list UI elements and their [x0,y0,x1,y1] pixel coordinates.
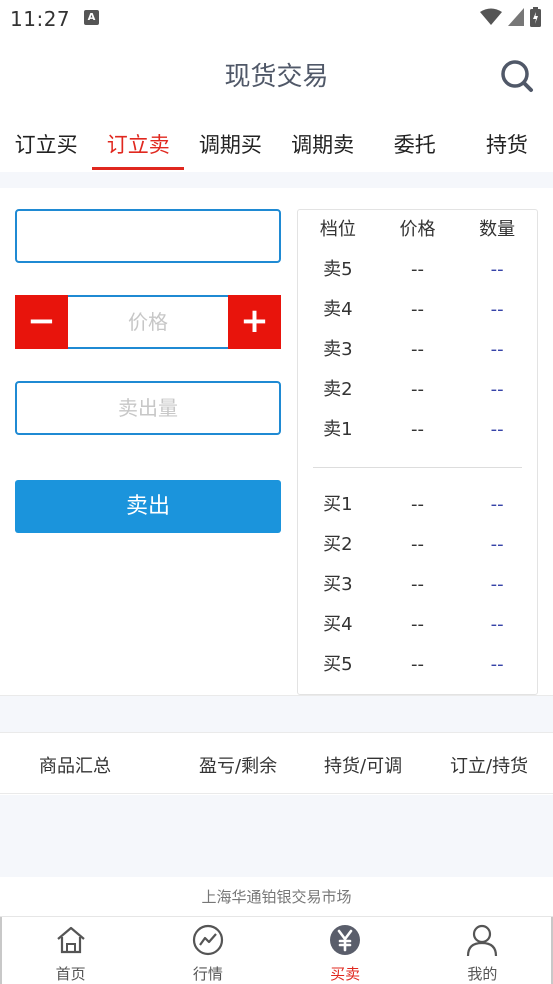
bid-price: -- [411,574,424,595]
ask-row: 卖1 -- -- [298,410,537,450]
price-input[interactable]: 价格 [68,295,228,349]
tab-defer-sell[interactable]: 调期卖 [277,110,369,172]
price-decrease-button[interactable]: − [15,295,68,349]
trade-panel: − 价格 + 卖出量 卖出 档位 价格 数量 卖5 -- -- 卖4 -- --… [0,188,553,695]
tab-defer-buy[interactable]: 调期买 [184,110,276,172]
nav-trade[interactable]: 买卖 [277,917,414,984]
bid-quantity: -- [490,614,504,635]
summary-col-holdings: 持货/可调 [324,756,403,777]
ask-quantity: -- [490,419,504,440]
ask-level: 卖1 [323,419,353,440]
ask-price: -- [411,259,424,280]
search-button[interactable] [499,58,535,94]
tab-holdings[interactable]: 持货 [461,110,553,172]
bottom-navigation: 首页 行情 买卖 我的 [0,917,553,984]
ask-price: -- [411,339,424,360]
holdings-summary-header: 商品汇总 盈亏/剩余 持货/可调 订立/持货 [0,734,553,794]
trade-tabs: 订立买 订立卖 调期买 调期卖 委托 持货 [0,110,553,172]
nav-profile[interactable]: 我的 [414,917,551,984]
wifi-icon [480,8,502,25]
bid-level: 买3 [323,574,353,595]
bid-quantity: -- [490,494,504,515]
ask-quantity: -- [490,339,504,360]
nav-home[interactable]: 首页 [2,917,139,984]
home-icon [56,926,85,954]
ask-row: 卖2 -- -- [298,370,537,410]
search-icon [501,60,533,92]
bid-level: 买2 [323,534,353,555]
ask-level: 卖4 [323,299,353,320]
bid-price: -- [411,534,424,555]
bid-quantity: -- [490,534,504,555]
market-name: 上海华通铂银交易市场 [0,877,553,917]
bid-price: -- [411,494,424,515]
ask-price: -- [411,299,424,320]
header-price: 价格 [399,219,436,240]
ask-row: 卖5 -- -- [298,250,537,290]
ask-quantity: -- [490,299,504,320]
nav-market-label: 行情 [192,965,223,983]
ask-level: 卖3 [323,339,353,360]
ask-quantity: -- [490,259,504,280]
summary-col-pnl: 盈亏/剩余 [199,756,278,777]
order-book: 档位 价格 数量 卖5 -- -- 卖4 -- -- 卖3 -- -- 卖2 -… [297,209,538,695]
nav-trade-label: 买卖 [330,965,361,983]
bid-level: 买1 [323,494,353,515]
bid-row: 买1 -- -- [298,485,537,525]
header-level: 档位 [319,219,356,240]
bid-price: -- [411,614,424,635]
signal-icon [508,8,524,26]
bid-row: 买5 -- -- [298,645,537,685]
tab-orders[interactable]: 委托 [369,110,461,172]
tab-open-sell[interactable]: 订立卖 [92,110,185,172]
header-quantity: 数量 [479,219,516,240]
nav-profile-label: 我的 [467,965,498,983]
ask-price: -- [411,419,424,440]
holdings-list [0,795,553,877]
ask-quantity: -- [490,379,504,400]
price-increase-button[interactable]: + [228,295,281,349]
user-icon [467,924,498,957]
bid-level: 买4 [323,614,353,635]
ask-level: 卖2 [323,379,353,400]
sell-quantity-input[interactable]: 卖出量 [15,381,281,435]
nav-home-label: 首页 [55,965,86,983]
page-title: 现货交易 [224,62,329,92]
section-divider [0,172,553,188]
product-code-input[interactable] [15,209,281,263]
summary-col-open: 订立/持货 [450,756,529,777]
bid-level: 买5 [323,654,353,675]
yen-icon [330,925,361,955]
status-time: 11:27 [10,7,71,31]
bid-row: 买3 -- -- [298,565,537,605]
ask-price: -- [411,379,424,400]
bid-row: 买2 -- -- [298,525,537,565]
bid-row: 买4 -- -- [298,605,537,645]
summary-col-product: 商品汇总 [39,756,111,777]
bid-quantity: -- [490,654,504,675]
bid-quantity: -- [490,574,504,595]
status-bar: 11:27 A [0,0,553,36]
ask-level: 卖5 [323,259,353,280]
order-book-header: 档位 价格 数量 [298,210,537,250]
ask-row: 卖4 -- -- [298,290,537,330]
section-divider [0,695,553,733]
status-icons [480,7,541,27]
battery-icon [530,7,541,27]
chart-icon [192,924,223,956]
price-stepper: − 价格 + [15,295,281,349]
notification-icon: A [84,10,99,25]
order-book-divider [313,467,522,468]
sell-button[interactable]: 卖出 [15,480,281,533]
ask-row: 卖3 -- -- [298,330,537,370]
app-header: 现货交易 [0,36,553,110]
nav-market[interactable]: 行情 [139,917,276,984]
tab-open-buy[interactable]: 订立买 [0,110,92,172]
bid-price: -- [411,654,424,675]
